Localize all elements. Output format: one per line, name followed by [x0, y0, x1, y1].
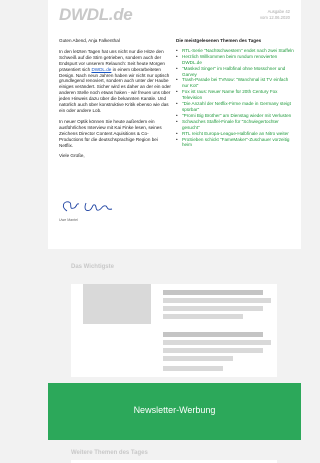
- letter-paragraph-2: In neuer Optik können Sie heute außerdem…: [59, 118, 162, 148]
- greeting: Guten Abend, Anja Falkenthal: [59, 38, 120, 43]
- teaser-headline-placeholder[interactable]: [163, 332, 263, 337]
- top-topics-title: Die meistgelesenen Themen des Tages: [176, 38, 262, 43]
- topics-list: RTL-Serie "Nachtschwestern" endet nach z…: [176, 48, 294, 148]
- topic-link[interactable]: Fox ist raus: Neuer Name für 20th Centur…: [176, 89, 294, 101]
- teaser-headline-placeholder[interactable]: [163, 290, 263, 295]
- letter-content: Guten Abend, Anja Falkenthal In den letz…: [48, 30, 301, 249]
- article-teaser-card[interactable]: [71, 284, 277, 377]
- topic-link[interactable]: ProSieben schickt "FameMaker"-Zuschauer …: [176, 137, 294, 149]
- signature-name: Uwe Mantel: [59, 218, 78, 222]
- newsletter-page: DWDL.de Ausgabe 42 vom 12.06.2020 Guten …: [0, 0, 307, 463]
- newsletter-header: DWDL.de Ausgabe 42 vom 12.06.2020: [48, 0, 301, 30]
- teaser-text-placeholder: [163, 340, 271, 345]
- teaser-text-placeholder: [163, 366, 223, 371]
- more-topics-title: Weitere Themen des Tages: [71, 450, 148, 456]
- teaser-text-placeholder: [163, 356, 233, 361]
- paragraph-1-text-b: in einem überarbeiteten Design. Nach neu…: [59, 66, 171, 113]
- editorial-letter: Guten Abend, Anja Falkenthal In den letz…: [59, 38, 171, 164]
- topic-link[interactable]: "Die Anzahl der Netflix-Firme made in Ge…: [176, 101, 294, 113]
- topic-link[interactable]: Herzlich Willkommen beim rundum renovier…: [176, 54, 294, 66]
- issue-meta: Ausgabe 42 vom 12.06.2020: [260, 9, 290, 20]
- more-topics-section: Weitere Themen des Tages: [48, 440, 301, 463]
- newsletter-ad-label: Newsletter-Werbung: [133, 405, 216, 415]
- important-section-title: Das Wichtigste: [71, 264, 114, 270]
- dwdl-logo[interactable]: DWDL.de: [59, 5, 133, 25]
- top-topics: Die meistgelesenen Themen des Tages RTL-…: [176, 38, 294, 148]
- teaser-text-placeholder: [163, 306, 263, 311]
- important-section: Das Wichtigste: [48, 249, 301, 383]
- topic-link[interactable]: Trash-Parade bei TVNow: "Wanchmal ist TV…: [176, 77, 294, 89]
- issue-date: vom 12.06.2020: [259, 14, 290, 20]
- handwritten-signature: [62, 201, 113, 212]
- newsletter-ad-banner[interactable]: Newsletter-Werbung: [48, 383, 301, 440]
- dwdl-link[interactable]: DWDL.de: [91, 67, 111, 72]
- letter-closing: Viele Grüße,: [59, 153, 85, 159]
- teaser-image-placeholder[interactable]: [83, 284, 151, 324]
- teaser-text-placeholder: [163, 348, 263, 353]
- teaser-text-placeholder: [163, 298, 271, 303]
- letter-paragraph-1: In den letzten Tagen hat uns nicht nur d…: [59, 49, 171, 114]
- teaser-text-placeholder: [163, 314, 243, 319]
- topic-link[interactable]: Schwaches Staffel-Finale für "Schwiegert…: [176, 119, 294, 131]
- topic-link[interactable]: "Masked Singer" im Halbfinal ohne Mossch…: [176, 66, 294, 78]
